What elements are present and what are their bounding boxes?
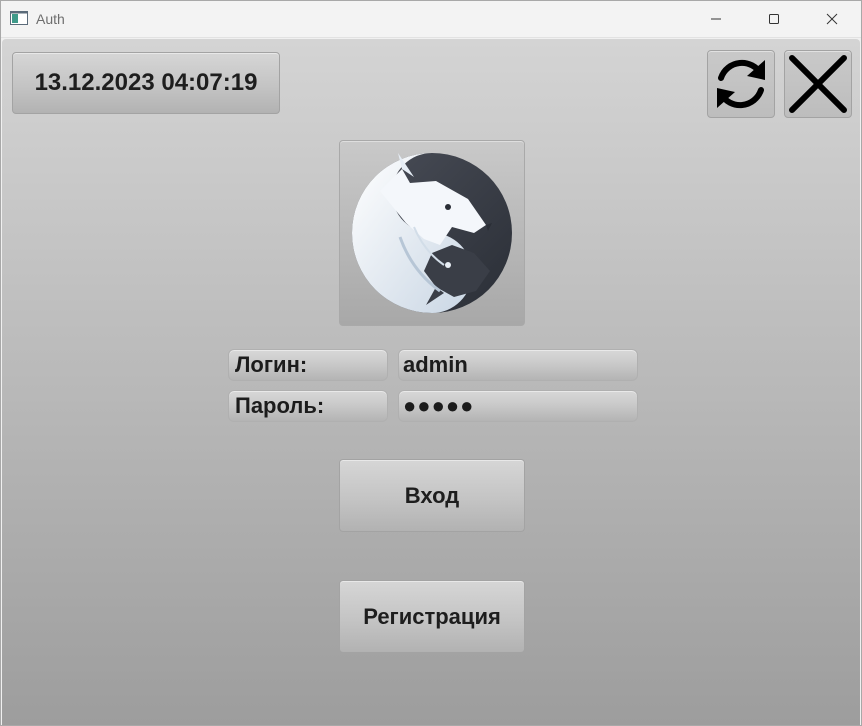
wolf-logo-icon	[352, 153, 512, 313]
refresh-icon	[717, 59, 765, 109]
window-close-icon	[826, 13, 838, 25]
auth-panel: 13.12.2023 04:07:19 Логин: admin Пароль:…	[2, 39, 860, 725]
minimize-button[interactable]	[687, 1, 745, 37]
auth-window: Auth 13.12.2023 04:07:19 Логин: admin Па…	[0, 0, 862, 726]
login-input[interactable]: admin	[398, 349, 638, 381]
maximize-icon	[769, 14, 779, 24]
password-label: Пароль:	[228, 390, 388, 422]
minimize-icon	[711, 18, 721, 20]
close-icon	[789, 55, 847, 113]
title-bar: Auth	[1, 1, 861, 38]
window-title: Auth	[36, 11, 65, 27]
refresh-button[interactable]	[707, 50, 775, 118]
close-app-button[interactable]	[784, 50, 852, 118]
window-close-button[interactable]	[803, 1, 861, 37]
password-input[interactable]: ●●●●●	[398, 390, 638, 422]
register-button[interactable]: Регистрация	[339, 580, 525, 653]
datetime-display: 13.12.2023 04:07:19	[12, 52, 280, 114]
login-label: Логин:	[228, 349, 388, 381]
maximize-button[interactable]	[745, 1, 803, 37]
logo-frame	[339, 140, 525, 326]
login-button[interactable]: Вход	[339, 459, 525, 532]
app-window-icon	[10, 11, 28, 25]
